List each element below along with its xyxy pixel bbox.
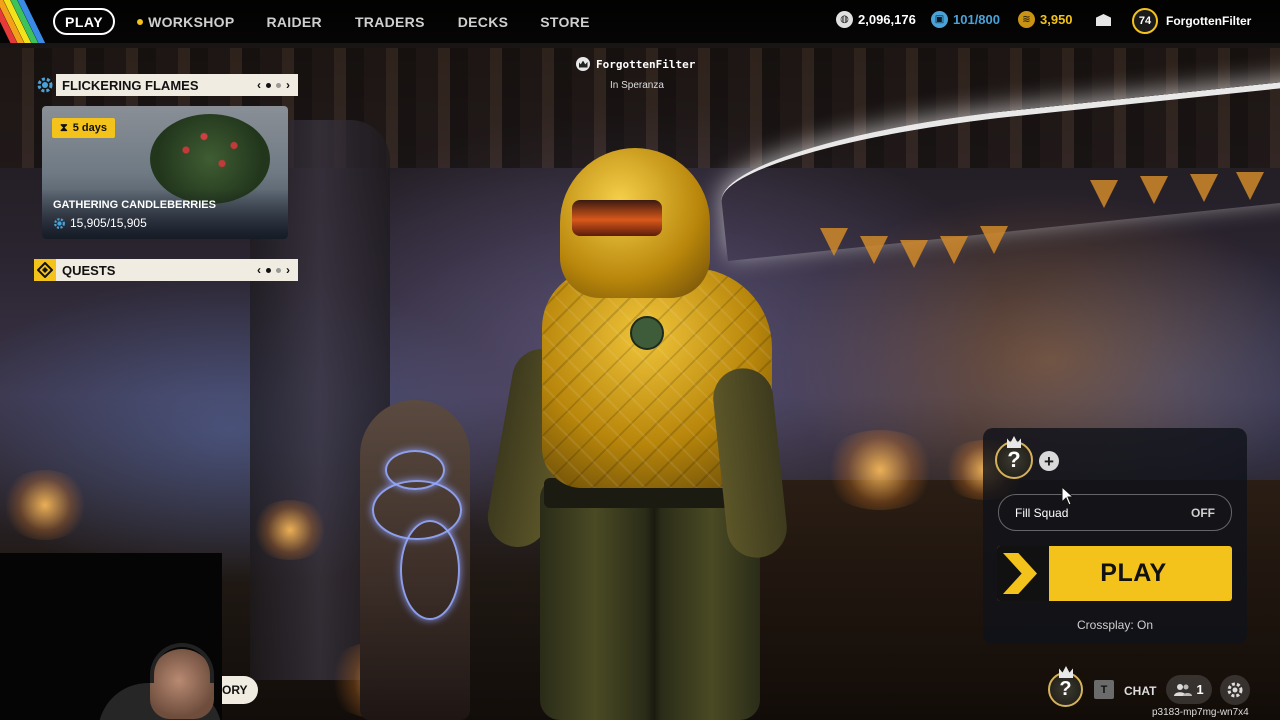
quests-panel-header: QUESTS ‹ › xyxy=(34,259,298,281)
event-progress-value: 15,905/15,905 xyxy=(70,216,147,230)
play-button[interactable]: PLAY xyxy=(997,546,1232,601)
bunting-flag xyxy=(860,236,888,264)
brand-stripes xyxy=(0,0,46,43)
event-pager: ‹ › xyxy=(257,74,290,96)
raider-character xyxy=(483,148,790,720)
event-progress: 15,905/15,905 xyxy=(53,216,147,230)
nav-traders-tab[interactable]: TRADERS xyxy=(355,8,425,35)
event-timer-value: 5 days xyxy=(72,122,107,134)
coin-icon: ◍ xyxy=(836,11,853,28)
card-shade xyxy=(42,189,288,239)
settings-button[interactable] xyxy=(1220,675,1250,705)
webcam-headset xyxy=(150,643,214,683)
nav-play-tab[interactable]: PLAY xyxy=(53,8,116,35)
crossplay-status: Crossplay: On xyxy=(1076,618,1154,632)
gear-icon xyxy=(34,74,56,96)
event-panel-header: FLICKERING FLAMES ‹ › xyxy=(34,74,298,96)
dot-icon xyxy=(137,18,144,25)
gear-icon xyxy=(54,217,65,229)
unknown-raider-symbol: ? xyxy=(1059,678,1072,700)
token-icon: ≋ xyxy=(1018,11,1035,28)
bunting-flag xyxy=(1090,180,1118,208)
unknown-raider-symbol: ? xyxy=(1007,447,1021,472)
inventory-button-partial[interactable]: ORY xyxy=(222,676,258,704)
chevron-left-icon[interactable]: ‹ xyxy=(257,263,261,277)
play-button-label: PLAY xyxy=(1100,559,1167,587)
build-id: p3183-mp7mg-wn7x4 xyxy=(1152,707,1249,718)
fill-squad-label: Fill Squad xyxy=(1015,505,1069,520)
fill-squad-toggle[interactable]: Fill Squad OFF xyxy=(998,494,1232,531)
gear-icon xyxy=(1227,682,1243,698)
hourglass-icon: ⧗ xyxy=(60,121,68,134)
nav-decks-tab[interactable]: DECKS xyxy=(458,8,509,35)
add-squad-member-button[interactable]: + xyxy=(1039,451,1059,471)
quest-diamond-icon xyxy=(34,259,56,281)
pager-dot[interactable] xyxy=(266,82,271,88)
bunting-flag xyxy=(1190,174,1218,202)
play-chevron-icon xyxy=(997,546,1049,601)
event-card-title: GATHERING CANDLEBERRIES xyxy=(53,199,216,211)
bunting-flag xyxy=(940,236,968,264)
friends-count: 1 xyxy=(1196,682,1204,697)
bunting-flag xyxy=(820,228,848,256)
mouse-cursor-icon xyxy=(1061,486,1075,506)
coins-counter: ◍ 2,096,176 xyxy=(836,11,916,28)
candle-glow xyxy=(0,470,90,540)
center-player-tag: ForgottenFilter xyxy=(576,57,695,71)
backpack-icon: ▣ xyxy=(931,11,948,28)
pager-dot[interactable] xyxy=(266,267,271,273)
crown-icon xyxy=(576,57,590,71)
bunting-flag xyxy=(980,226,1008,254)
coins-value: 2,096,176 xyxy=(858,12,916,27)
nav-workshop-tab[interactable]: WORKSHOP xyxy=(137,8,234,35)
event-timer: ⧗ 5 days xyxy=(52,118,115,138)
chevron-left-icon[interactable]: ‹ xyxy=(257,78,261,92)
nav-workshop-label: WORKSHOP xyxy=(148,13,235,30)
candle-glow xyxy=(820,430,940,510)
bunting-flag xyxy=(1236,172,1264,200)
raider-visor xyxy=(572,200,662,236)
pager-dot[interactable] xyxy=(276,82,281,88)
pager-dot[interactable] xyxy=(276,267,281,273)
fill-squad-state: OFF xyxy=(1191,505,1215,520)
nav-store-tab[interactable]: STORE xyxy=(540,8,589,35)
capacity-counter: ▣ 101/800 xyxy=(931,11,1000,28)
candle-glow xyxy=(250,500,330,560)
main-nav: PLAY WORKSHOP RAIDER TRADERS DECKS STORE xyxy=(53,8,590,35)
player-level-badge[interactable]: 74 xyxy=(1132,8,1158,34)
center-player-name: ForgottenFilter xyxy=(596,57,696,71)
center-location: In Speranza xyxy=(610,80,664,91)
chevron-right-icon[interactable]: › xyxy=(286,78,290,92)
raider-patch xyxy=(630,316,664,350)
bunting-flag xyxy=(900,240,928,268)
light-ring xyxy=(400,520,460,620)
chevron-right-icon[interactable]: › xyxy=(286,263,290,277)
chat-button[interactable]: CHAT xyxy=(1124,684,1156,698)
chat-hotkey: T xyxy=(1094,680,1114,699)
tokens-counter: ≋ 3,950 xyxy=(1018,11,1073,28)
profile-username[interactable]: ForgottenFilter xyxy=(1166,14,1251,28)
bunting-flag xyxy=(1140,176,1168,204)
friends-button[interactable]: 1 xyxy=(1166,675,1212,704)
tokens-value: 3,950 xyxy=(1040,12,1073,27)
event-card[interactable]: ⧗ 5 days GATHERING CANDLEBERRIES 15,905/… xyxy=(42,106,288,239)
streamer-webcam xyxy=(0,553,222,720)
capacity-value: 101/800 xyxy=(953,12,1000,27)
people-icon xyxy=(1174,683,1193,696)
nav-raider-tab[interactable]: RAIDER xyxy=(266,8,321,35)
quests-pager: ‹ › xyxy=(257,259,290,281)
